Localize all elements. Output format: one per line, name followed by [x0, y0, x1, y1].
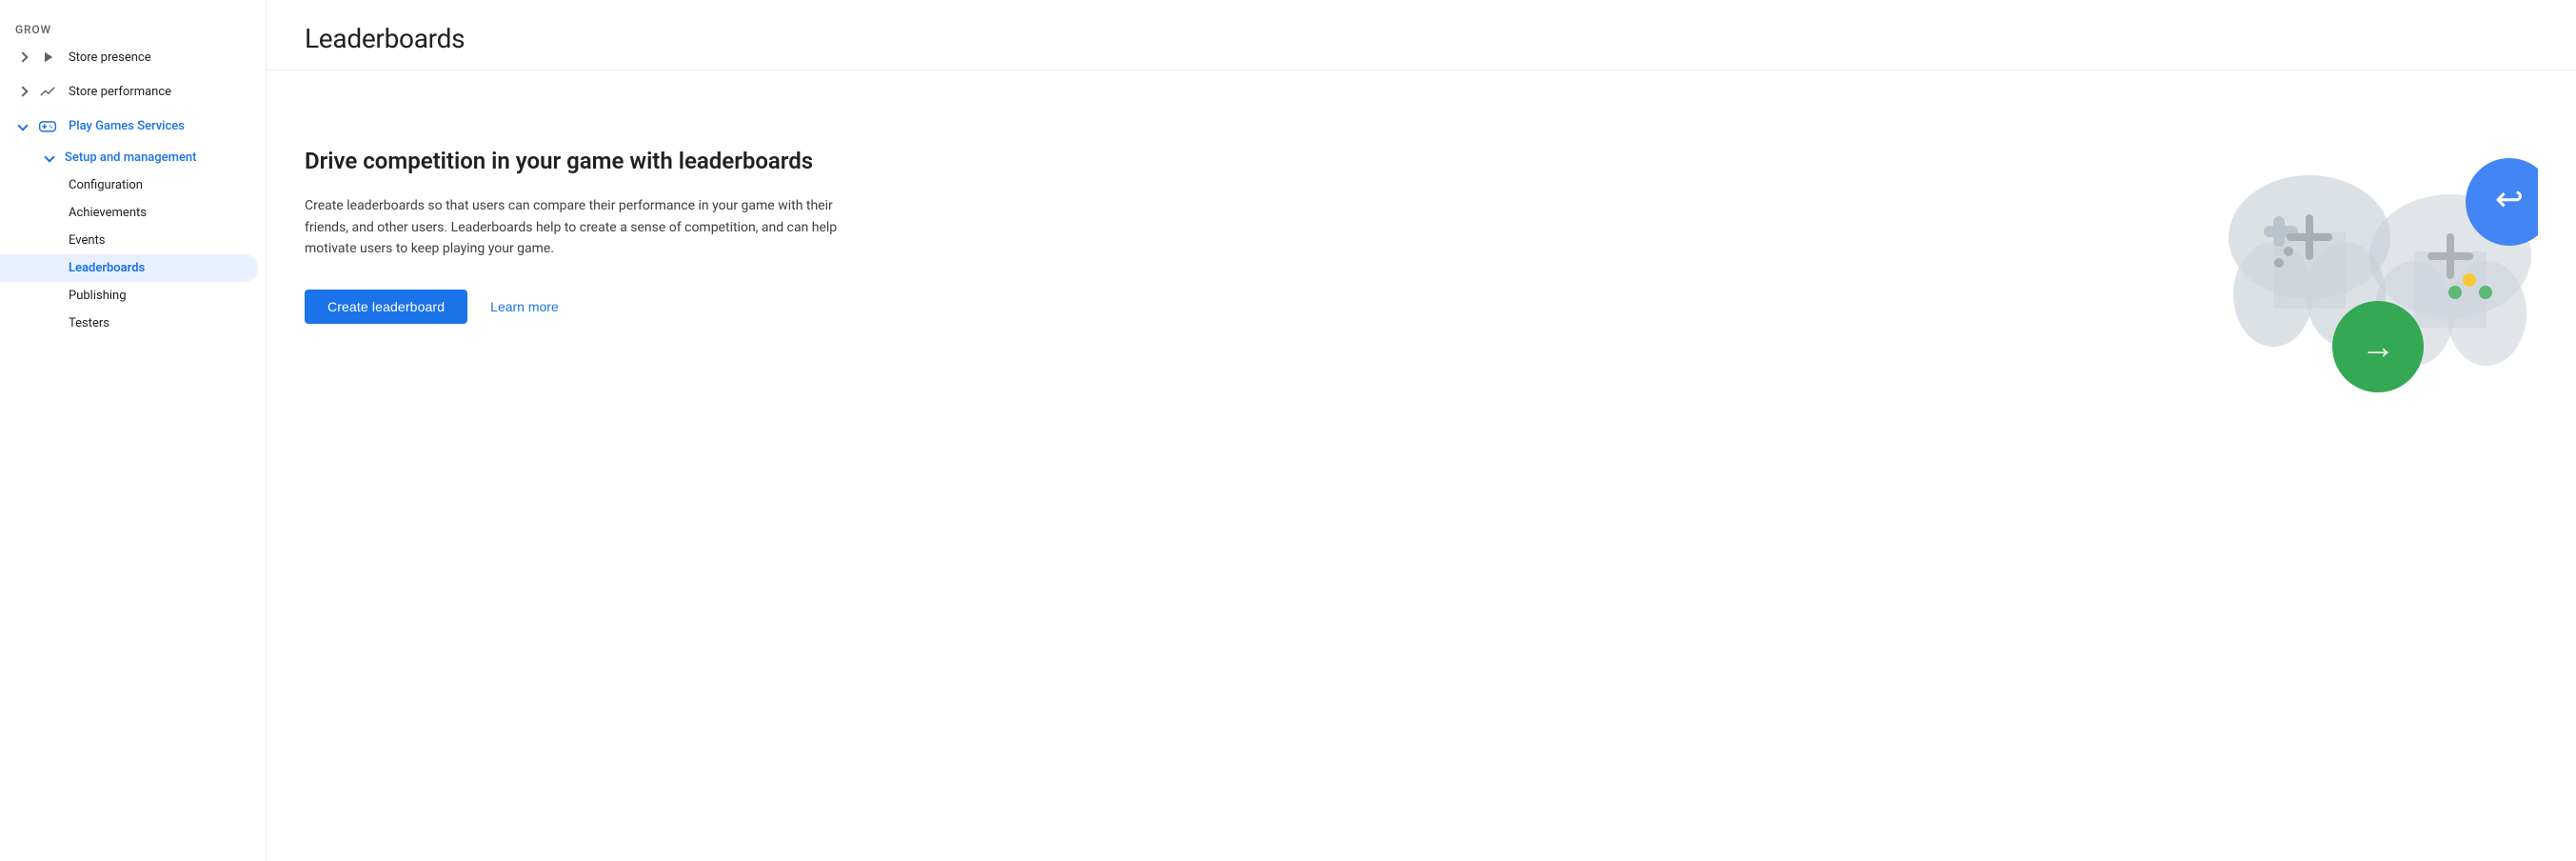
- sidebar-item-label-testers: Testers: [69, 316, 109, 330]
- sidebar-item-achievements[interactable]: Achievements: [0, 199, 258, 227]
- illustration-svg: ↩ →: [2214, 90, 2538, 432]
- chevron-down-icon-2: [42, 150, 57, 165]
- chevron-right-icon-2: [15, 84, 30, 99]
- gamepad-icon: [38, 116, 57, 135]
- learn-more-button[interactable]: Learn more: [490, 299, 559, 314]
- create-leaderboard-button[interactable]: Create leaderboard: [305, 290, 467, 324]
- action-buttons: Create leaderboard Learn more: [305, 290, 876, 324]
- sidebar-item-label-store-presence: Store presence: [69, 50, 151, 65]
- sidebar-item-leaderboards[interactable]: Leaderboards: [0, 254, 258, 282]
- sidebar-item-setup-management[interactable]: Setup and management: [0, 143, 258, 171]
- sidebar-item-label-publishing: Publishing: [69, 289, 127, 303]
- main-content-area: Leaderboards Drive competition in your g…: [267, 0, 2576, 861]
- sidebar-item-label-play-games: Play Games Services: [69, 119, 185, 133]
- sidebar-item-testers[interactable]: Testers: [0, 310, 258, 337]
- sidebar-section-grow: Grow: [0, 15, 266, 40]
- chevron-down-icon: [15, 118, 30, 133]
- page-title: Leaderboards: [305, 23, 2538, 54]
- sidebar-item-events[interactable]: Events: [0, 227, 258, 254]
- sidebar-item-label-leaderboards: Leaderboards: [69, 261, 145, 275]
- illustration-area: ↩ →: [2214, 90, 2538, 432]
- sidebar-item-label-events: Events: [69, 233, 105, 248]
- play-icon: [38, 48, 57, 67]
- sidebar-item-store-performance[interactable]: Store performance: [0, 74, 258, 109]
- sidebar: Grow Store presence Store performance: [0, 0, 267, 861]
- chart-icon: [38, 82, 57, 101]
- svg-text:→: →: [2361, 327, 2395, 367]
- hero-description: Create leaderboards so that users can co…: [305, 195, 876, 259]
- sidebar-item-play-games-services[interactable]: Play Games Services: [0, 109, 258, 143]
- sidebar-item-label-configuration: Configuration: [69, 178, 143, 192]
- hero-text-area: Drive competition in your game with lead…: [305, 109, 876, 324]
- svg-text:↩: ↩: [2495, 179, 2524, 219]
- sidebar-item-label-setup: Setup and management: [65, 150, 197, 165]
- hero-title: Drive competition in your game with lead…: [305, 147, 876, 176]
- sidebar-item-label-store-performance: Store performance: [69, 85, 171, 99]
- chevron-right-icon: [15, 50, 30, 65]
- sidebar-item-store-presence[interactable]: Store presence: [0, 40, 258, 74]
- main-body: Drive competition in your game with lead…: [267, 70, 2576, 451]
- sidebar-item-publishing[interactable]: Publishing: [0, 282, 258, 310]
- main-header: Leaderboards: [267, 0, 2576, 70]
- game-illustration: ↩ →: [2214, 90, 2538, 432]
- sidebar-item-label-achievements: Achievements: [69, 206, 147, 220]
- sidebar-item-configuration[interactable]: Configuration: [0, 171, 258, 199]
